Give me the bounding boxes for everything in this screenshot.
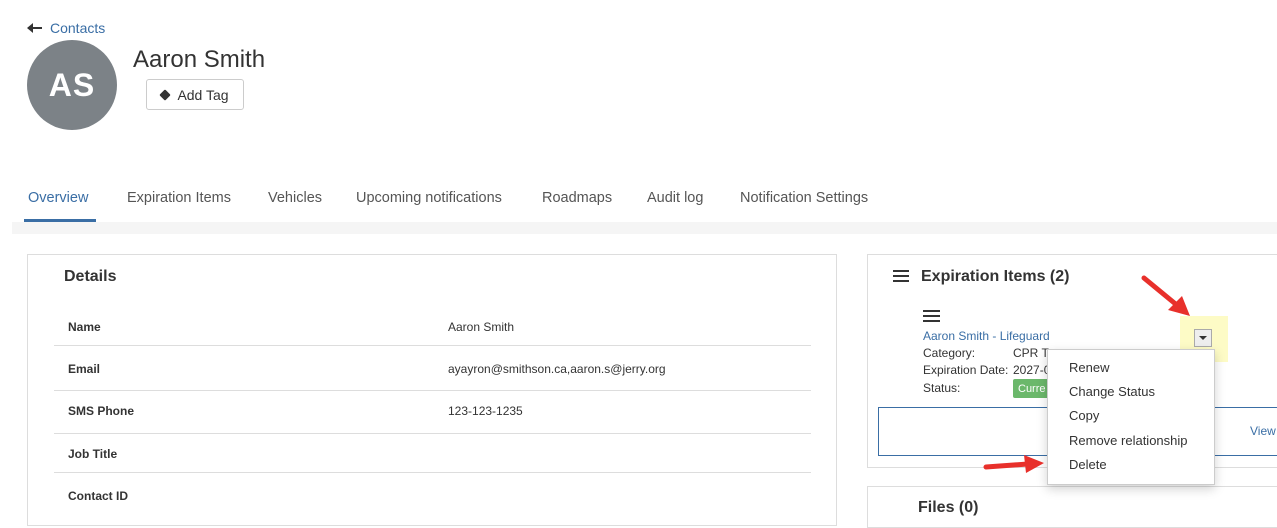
expiration-date-value: 2027-0 — [1013, 363, 1051, 377]
category-label: Category: — [923, 346, 976, 360]
menu-item-remove-relationship[interactable]: Remove relationship — [1069, 433, 1188, 448]
expiration-item-link[interactable]: Aaron Smith - Lifeguard — [923, 329, 1050, 343]
item-list-icon — [923, 310, 940, 323]
files-panel: Files (0) — [867, 486, 1277, 528]
tab-audit-log[interactable]: Audit log — [647, 190, 703, 206]
tab-bar: Overview Expiration Items Vehicles Upcom… — [12, 180, 1277, 222]
detail-row-name: Name Aaron Smith — [54, 305, 811, 346]
tab-overview[interactable]: Overview — [28, 190, 88, 206]
menu-item-renew[interactable]: Renew — [1069, 360, 1109, 375]
details-panel: Details Name Aaron Smith Email ayayron@s… — [27, 254, 837, 526]
annotation-arrow-icon — [1141, 275, 1190, 316]
item-actions-dropdown-button[interactable] — [1194, 329, 1212, 347]
tab-vehicles[interactable]: Vehicles — [268, 190, 322, 206]
list-icon — [893, 270, 909, 283]
tab-upcoming-notifications[interactable]: Upcoming notifications — [356, 190, 502, 206]
back-link[interactable]: Contacts — [27, 20, 106, 36]
detail-label: Email — [68, 362, 101, 376]
caret-down-icon — [1199, 336, 1207, 340]
detail-row-job-title: Job Title — [54, 434, 811, 473]
item-actions-menu: Renew Change Status Copy Remove relation… — [1047, 349, 1215, 485]
menu-item-change-status[interactable]: Change Status — [1069, 384, 1155, 399]
tab-expiration-items[interactable]: Expiration Items — [127, 190, 231, 206]
expiration-date-label: Expiration Date: — [923, 363, 1009, 377]
view-link[interactable]: View — [1250, 424, 1276, 438]
tab-divider — [12, 222, 1277, 234]
detail-value: Aaron Smith — [448, 320, 515, 334]
detail-label: SMS Phone — [68, 404, 135, 418]
add-tag-button[interactable]: Add Tag — [146, 79, 244, 110]
annotation-arrow-icon — [983, 455, 1044, 473]
contact-name: Aaron Smith — [133, 46, 266, 73]
detail-label: Contact ID — [68, 489, 128, 503]
menu-item-delete[interactable]: Delete — [1069, 457, 1107, 472]
menu-item-copy[interactable]: Copy — [1069, 408, 1099, 423]
avatar: AS — [27, 40, 117, 130]
detail-row-contact-id: Contact ID — [54, 473, 811, 513]
detail-label: Job Title — [68, 447, 118, 461]
detail-value: 123-123-1235 — [448, 404, 523, 418]
tab-notification-settings[interactable]: Notification Settings — [740, 190, 868, 206]
arrow-left-icon — [27, 23, 42, 33]
tab-roadmaps[interactable]: Roadmaps — [542, 190, 612, 206]
detail-value: ayayron@smithson.ca,aaron.s@jerry.org — [448, 362, 666, 376]
details-title: Details — [64, 268, 117, 285]
add-tag-label: Add Tag — [177, 86, 229, 103]
detail-row-email: Email ayayron@smithson.ca,aaron.s@jerry.… — [54, 346, 811, 391]
detail-label: Name — [68, 320, 101, 334]
tag-icon — [159, 88, 172, 101]
status-label: Status: — [923, 381, 961, 395]
detail-row-sms-phone: SMS Phone 123-123-1235 — [54, 391, 811, 434]
expiration-items-title: Expiration Items (2) — [921, 268, 1070, 285]
files-title: Files (0) — [918, 499, 979, 516]
back-link-label: Contacts — [50, 20, 106, 36]
